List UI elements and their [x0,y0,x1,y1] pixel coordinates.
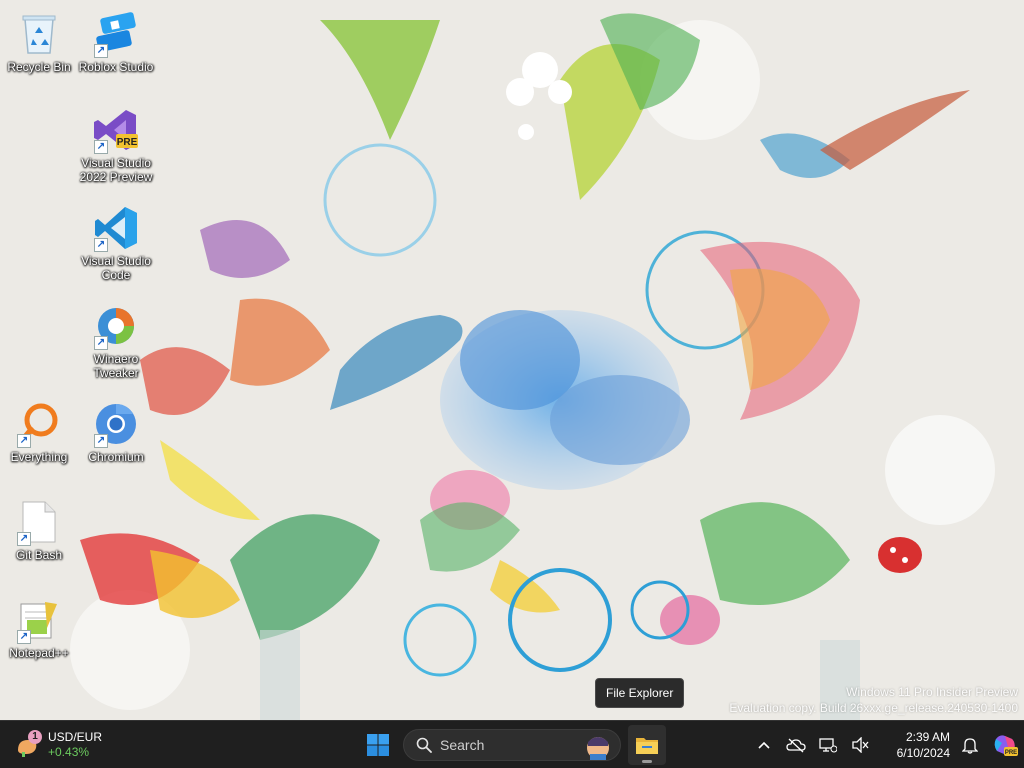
shortcut-arrow-icon: ↗ [94,44,108,58]
notepad-plus-plus-icon: ↗ [15,596,63,644]
notification-bell-icon[interactable] [954,725,986,765]
desktop-icon-label: Recycle Bin [7,60,71,74]
recycle-bin-icon [15,10,63,58]
search-highlight-icon [587,737,609,760]
everything-search-icon: ↗ [15,400,63,448]
desktop-icon-label: Chromium [88,450,144,464]
desktop-icon-visual-studio-code[interactable]: ↗ Visual Studio Code [78,204,154,282]
clock-time: 2:39 AM [905,730,950,744]
roblox-studio-icon: ↗ [92,10,140,58]
active-indicator [642,760,652,763]
shortcut-arrow-icon: ↗ [17,630,31,644]
widget-title: USD/EUR [48,730,103,744]
vscode-icon: ↗ [92,204,140,252]
file-explorer-tooltip: File Explorer [595,678,685,708]
clock-date: 6/10/2024 [896,746,950,760]
desktop-icon-label: Visual Studio Code [81,254,151,282]
copilot-preview-icon[interactable]: PRE [986,725,1024,765]
desktop-icon-label: Visual Studio 2022 Preview [79,156,153,184]
watermark-line-2: Evaluation copy. Build 26xxx.ge_release.… [729,701,1018,715]
search-placeholder: Search [440,737,485,753]
volume-muted-icon[interactable] [844,725,876,765]
desktop-icon-winaero-tweaker[interactable]: ↗ Winaero Tweaker [78,302,154,380]
desktop-icon-notepad-plus-plus[interactable]: ↗ Notepad++ [1,596,77,660]
windows-build-watermark: Windows 11 Pro Insider Preview Evaluatio… [729,684,1018,716]
windows-logo-icon [367,734,389,756]
desktop-icon-label: Git Bash [15,548,63,562]
watermark-line-1: Windows 11 Pro Insider Preview [846,685,1018,699]
desktop-icon-git-bash[interactable]: ↗ Git Bash [1,498,77,562]
taskbar: 1 USD/EUR +0.43% Search 2:39 AM 6/10/202… [0,720,1024,768]
notification-badge: 1 [28,730,42,744]
taskbar-file-explorer-button[interactable] [628,725,666,765]
widget-change: +0.43% [48,745,90,759]
shortcut-arrow-icon: ↗ [17,434,31,448]
desktop-icon-label: Notepad++ [9,646,69,660]
chevron-up-icon[interactable] [748,725,780,765]
onedrive-offline-icon[interactable] [780,725,812,765]
network-icon[interactable] [812,725,844,765]
desktop-icon-label: Winaero Tweaker [93,352,139,380]
file-icon: ↗ [15,498,63,546]
shortcut-arrow-icon: ↗ [94,140,108,154]
system-tray: 2:39 AM 6/10/2024 PRE [748,721,1024,768]
taskbar-search-box[interactable]: Search [403,729,621,761]
preview-badge: PRE [117,137,138,148]
stock-widget-icon: 1 [14,730,42,758]
shortcut-arrow-icon: ↗ [94,434,108,448]
shortcut-arrow-icon: ↗ [17,532,31,546]
shortcut-arrow-icon: ↗ [94,238,108,252]
desktop-icon-everything[interactable]: ↗ Everything [1,400,77,464]
chromium-icon: ↗ [92,400,140,448]
desktop-icon-visual-studio-2022-preview[interactable]: PRE ↗ Visual Studio 2022 Preview [78,106,154,184]
svg-text:PRE: PRE [1005,750,1017,756]
desktop-icon-label: Everything [10,450,68,464]
folder-icon [636,738,658,754]
desktop-icon-label: Roblox Studio [78,60,154,74]
desktop-icon-chromium[interactable]: ↗ Chromium [78,400,154,464]
search-icon [416,737,432,753]
visual-studio-icon: PRE ↗ [92,106,140,154]
widgets-button[interactable]: 1 USD/EUR +0.43% [14,727,124,763]
winaero-tweaker-icon: ↗ [92,302,140,350]
desktop-icon-roblox-studio[interactable]: ↗ Roblox Studio [78,10,154,74]
start-button[interactable] [362,729,394,761]
shortcut-arrow-icon: ↗ [94,336,108,350]
desktop-icon-recycle-bin[interactable]: Recycle Bin [1,10,77,74]
taskbar-clock[interactable]: 2:39 AM 6/10/2024 [876,729,954,761]
